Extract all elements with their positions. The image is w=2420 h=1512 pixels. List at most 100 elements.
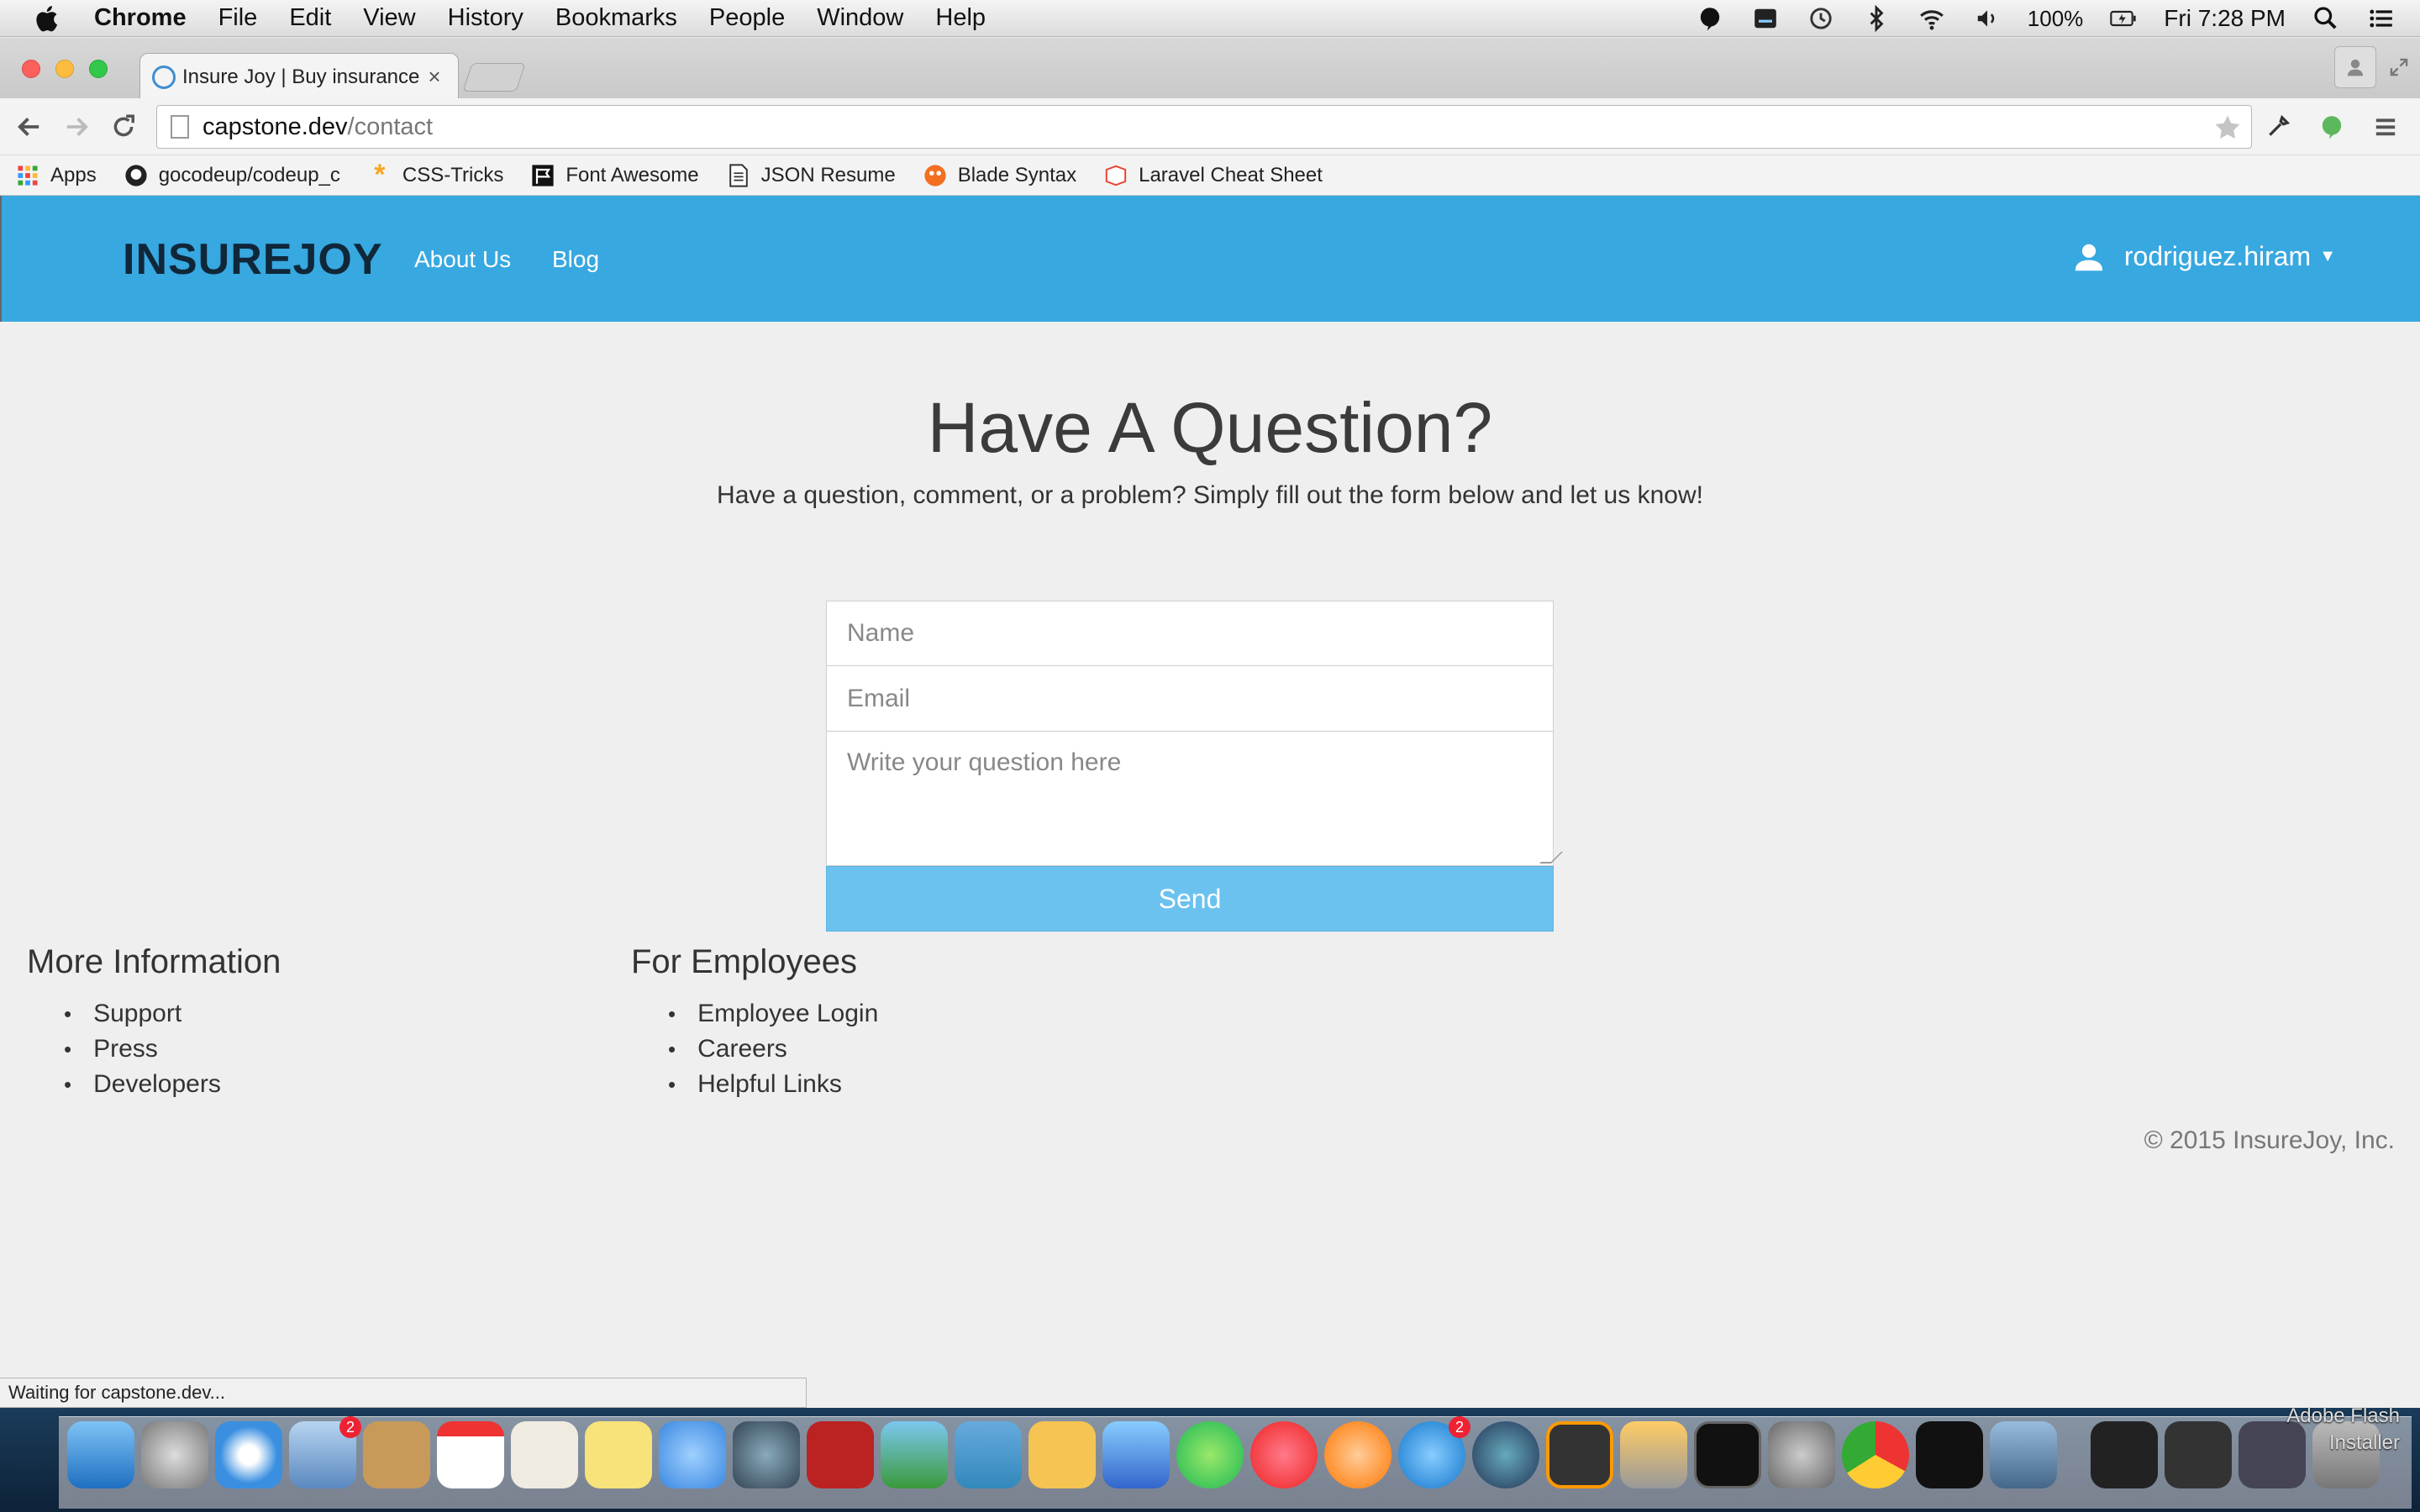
address-bar[interactable]: capstone.dev /contact (156, 105, 2252, 149)
bookmark-css-tricks[interactable]: * CSS-Tricks (367, 159, 503, 191)
system-preferences-icon[interactable] (1768, 1421, 1835, 1488)
back-button[interactable] (12, 109, 47, 144)
name-input[interactable]: Name (826, 601, 1554, 666)
photo-booth-icon[interactable] (807, 1421, 874, 1488)
sourcetree-icon[interactable] (1472, 1421, 1539, 1488)
keynote-icon[interactable] (1102, 1421, 1170, 1488)
menu-view[interactable]: View (363, 4, 415, 32)
bookmark-font-awesome[interactable]: Font Awesome (530, 163, 699, 188)
mail-icon[interactable]: 2 (289, 1416, 361, 1488)
contact-form: Name Email Write your question here Send (826, 601, 1563, 932)
bookmark-json-resume[interactable]: JSON Resume (726, 163, 896, 188)
window-minimize-button[interactable] (55, 60, 74, 78)
gopro-icon[interactable] (1916, 1421, 1983, 1488)
itunes-icon[interactable] (1250, 1421, 1318, 1488)
ibooks-icon[interactable] (1324, 1421, 1392, 1488)
safari-icon[interactable] (215, 1421, 282, 1488)
apps-grid-icon (15, 163, 40, 188)
pages-icon[interactable] (1028, 1421, 1096, 1488)
bookmark-star-icon[interactable] (2212, 113, 2243, 143)
contacts-icon[interactable] (363, 1421, 430, 1488)
chrome-dock-icon[interactable] (1842, 1421, 1909, 1488)
facetime-icon[interactable] (733, 1421, 800, 1488)
tab-close-icon[interactable]: × (423, 64, 446, 90)
app-store-icon[interactable]: 2 (1398, 1416, 1470, 1488)
evernote-extension-icon[interactable] (2312, 108, 2351, 146)
site-brand-logo[interactable]: INSUREJOY (123, 234, 383, 285)
spotlight-search-icon[interactable] (2311, 3, 2341, 34)
bluetooth-icon[interactable] (1861, 3, 1891, 34)
bookmark-blade-syntax[interactable]: Blade Syntax (923, 163, 1076, 188)
footer-more-information: More Information Support Press Developer… (27, 943, 281, 1102)
window-close-button[interactable] (22, 60, 40, 78)
browser-tab-active[interactable]: Insure Joy | Buy insurance × (139, 53, 459, 100)
messages-icon[interactable] (659, 1421, 726, 1488)
back-arrow-icon (18, 117, 39, 136)
nav-about-us[interactable]: About Us (414, 246, 511, 273)
question-textarea[interactable]: Write your question here (826, 732, 1563, 866)
site-navbar: INSUREJOY About Us Blog rodriguez.hiram … (0, 196, 2420, 322)
forward-button[interactable] (59, 109, 94, 144)
menu-app-chrome[interactable]: Chrome (94, 4, 187, 32)
sequel-pro-icon[interactable] (1620, 1421, 1687, 1488)
bookmark-apps[interactable]: Apps (15, 163, 97, 188)
wifi-icon[interactable] (1917, 3, 1947, 34)
terminal-icon[interactable] (1694, 1421, 1761, 1488)
bookmark-laravel-cheat-sheet[interactable]: Laravel Cheat Sheet (1103, 163, 1323, 188)
time-machine-icon[interactable] (1806, 3, 1836, 34)
launchpad-icon[interactable] (141, 1421, 208, 1488)
notification-center-icon[interactable] (2366, 3, 2396, 34)
calendar-icon[interactable] (437, 1421, 504, 1488)
menu-clock[interactable]: Fri 7:28 PM (2164, 5, 2286, 32)
istat-status-icon[interactable] (1750, 3, 1781, 34)
menu-people[interactable]: People (709, 4, 785, 32)
numbers-icon[interactable] (955, 1421, 1022, 1488)
notes-icon[interactable] (585, 1421, 652, 1488)
email-input[interactable]: Email (826, 666, 1554, 732)
footer-link-employee-login[interactable]: Employee Login (668, 996, 878, 1032)
footer-link-helpful-links[interactable]: Helpful Links (668, 1067, 878, 1102)
finder-icon[interactable] (67, 1421, 134, 1488)
fullscreen-button[interactable] (2378, 46, 2420, 88)
minimized-window-1[interactable] (2091, 1421, 2158, 1488)
user-menu-dropdown[interactable]: rodriguez.hiram ▼ (2074, 241, 2336, 272)
iphoto-icon[interactable] (881, 1421, 948, 1488)
minimized-window-2[interactable] (2165, 1421, 2232, 1488)
chrome-menu-icon[interactable] (2366, 108, 2405, 146)
bookmark-codeup[interactable]: gocodeup/codeup_c (124, 163, 340, 188)
maps-icon[interactable] (511, 1421, 578, 1488)
sublime-text-icon[interactable] (1546, 1421, 1613, 1488)
reload-icon (113, 113, 134, 136)
menu-window[interactable]: Window (817, 4, 903, 32)
footer-link-developers[interactable]: Developers (64, 1067, 281, 1102)
nav-blog[interactable]: Blog (552, 246, 599, 273)
caret-down-icon: ▼ (2319, 247, 2336, 265)
battery-icon[interactable] (2108, 3, 2139, 34)
menu-bookmarks[interactable]: Bookmarks (555, 4, 677, 32)
window-zoom-button[interactable] (89, 60, 108, 78)
bookmarks-bar: Apps gocodeup/codeup_c * CSS-Tricks Font… (0, 155, 2420, 196)
menu-file[interactable]: File (218, 4, 258, 32)
evernote-status-icon[interactable] (1695, 3, 1725, 34)
volume-icon[interactable] (1972, 3, 2002, 34)
page-subtitle: Have a question, comment, or a problem? … (717, 481, 1703, 509)
menu-help[interactable]: Help (935, 4, 986, 32)
apple-menu-icon[interactable] (32, 3, 64, 34)
new-tab-button[interactable] (462, 63, 526, 92)
send-button[interactable]: Send (826, 866, 1554, 932)
copyright-text: © 2015 InsureJoy, Inc. (2144, 1126, 2395, 1154)
footer-link-press[interactable]: Press (64, 1032, 281, 1067)
preview-icon[interactable] (1990, 1421, 2057, 1488)
resize-handle[interactable] (1539, 852, 1563, 864)
bookmark-label: gocodeup/codeup_c (158, 163, 340, 186)
footer-heading: For Employees (631, 943, 857, 980)
spotify-icon[interactable] (1176, 1421, 1244, 1488)
footer-link-support[interactable]: Support (64, 996, 281, 1032)
eyedropper-extension-icon[interactable] (2259, 108, 2297, 146)
bookmark-label: Laravel Cheat Sheet (1139, 163, 1323, 186)
footer-link-careers[interactable]: Careers (668, 1032, 878, 1067)
menu-edit[interactable]: Edit (289, 4, 331, 32)
menu-history[interactable]: History (448, 4, 523, 32)
profile-button[interactable] (2334, 46, 2376, 88)
reload-button[interactable] (106, 109, 141, 144)
